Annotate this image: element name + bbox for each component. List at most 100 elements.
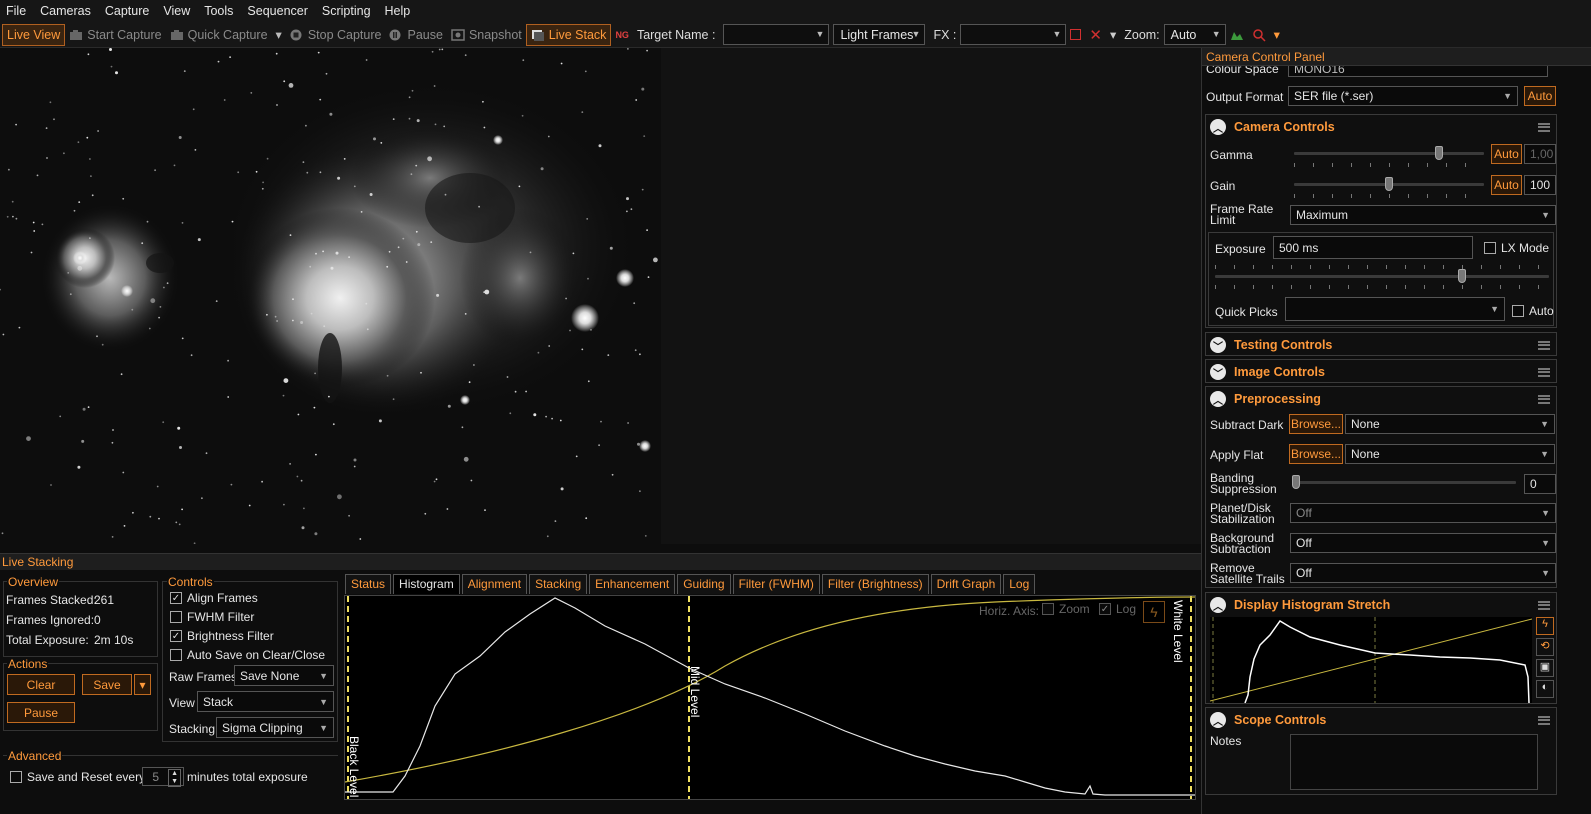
target-name-combo[interactable]: ▼ <box>723 24 830 45</box>
tab-guiding[interactable]: Guiding <box>677 574 731 594</box>
zoom-select[interactable]: Auto ▼ <box>1163 24 1226 45</box>
gamma-thumb[interactable] <box>1435 146 1443 160</box>
banding-thumb[interactable] <box>1292 475 1300 489</box>
save-dropdown-button[interactable]: ▾ <box>134 674 151 695</box>
tab-status[interactable]: Status <box>345 574 392 594</box>
image-controls-header[interactable]: ﹀ Image Controls <box>1206 360 1556 384</box>
target-icon-button[interactable]: NG <box>611 24 633 46</box>
menu-icon[interactable] <box>1538 394 1550 404</box>
menu-help[interactable]: Help <box>385 4 411 18</box>
start-capture-button[interactable]: Start Capture <box>65 24 165 46</box>
menu-icon[interactable] <box>1538 367 1550 377</box>
satellite-trails-select[interactable]: Off ▼ <box>1290 563 1556 583</box>
stretch-save-button[interactable]: ▣ <box>1536 659 1554 677</box>
tab-stacking[interactable]: Stacking <box>529 574 588 594</box>
brightness-filter-checkbox[interactable]: ✓ Brightness Filter <box>170 629 274 643</box>
exposure-field[interactable]: 500 ms <box>1273 236 1473 259</box>
gain-value-field[interactable]: 100 <box>1524 175 1556 195</box>
view-select[interactable]: Stack ▼ <box>197 691 334 712</box>
subtract-dark-browse-button[interactable]: Browse... <box>1289 414 1343 434</box>
gamma-value-field[interactable]: 1,00 <box>1524 144 1556 164</box>
gain-auto-button[interactable]: Auto <box>1491 175 1522 195</box>
subtract-dark-select[interactable]: None ▼ <box>1345 414 1555 434</box>
planet-stabilization-select[interactable]: Off ▼ <box>1290 503 1556 523</box>
focus-aid-button[interactable] <box>1248 24 1270 46</box>
roi-button[interactable] <box>1066 24 1085 46</box>
menu-file[interactable]: File <box>6 4 26 18</box>
spinner-arrows-icon[interactable]: ▲ ▼ <box>168 769 181 787</box>
raw-frames-select[interactable]: Save None ▼ <box>234 665 334 686</box>
exposure-slider[interactable] <box>1215 275 1549 278</box>
save-reset-checkbox[interactable]: Save and Reset every <box>10 770 145 784</box>
auto-stretch-button[interactable]: ϟ <box>1143 601 1165 623</box>
image-controls-section[interactable]: ﹀ Image Controls <box>1205 359 1557 383</box>
quick-capture-dropdown[interactable]: ▾ <box>272 24 286 46</box>
tab-filter-brightness[interactable]: Filter (Brightness) <box>821 574 929 594</box>
display-histogram-header[interactable]: ︿ Display Histogram Stretch <box>1206 593 1556 617</box>
toolbar-more-dropdown[interactable]: ▾ <box>1270 24 1284 46</box>
log-checkbox[interactable]: ✓ Log <box>1099 602 1136 616</box>
pause-stack-button[interactable]: Pause <box>7 702 75 723</box>
zoom-checkbox[interactable]: Zoom <box>1042 602 1090 616</box>
quick-picks-select[interactable]: ▼ <box>1285 297 1505 321</box>
gamma-slider[interactable] <box>1294 152 1484 155</box>
display-histogram-graph[interactable] <box>1210 617 1532 703</box>
save-reset-spinner[interactable]: 5 ▲ ▼ <box>142 767 184 787</box>
save-button[interactable]: Save <box>82 674 132 695</box>
tab-alignment[interactable]: Alignment <box>461 574 528 594</box>
menu-cameras[interactable]: Cameras <box>40 4 91 18</box>
menu-sequencer[interactable]: Sequencer <box>247 4 307 18</box>
frame-rate-select[interactable]: Maximum ▼ <box>1290 205 1556 225</box>
menu-tools[interactable]: Tools <box>204 4 233 18</box>
histogram-toggle[interactable] <box>1226 24 1248 46</box>
snapshot-button[interactable]: Snapshot <box>447 24 526 46</box>
menu-view[interactable]: View <box>163 4 190 18</box>
lx-mode-checkbox[interactable]: LX Mode <box>1484 241 1549 255</box>
background-subtraction-select[interactable]: Off ▼ <box>1290 533 1556 553</box>
gamma-auto-button[interactable]: Auto <box>1491 144 1522 164</box>
banding-slider[interactable] <box>1292 481 1516 484</box>
camera-controls-header[interactable]: ︿ Camera Controls <box>1206 115 1556 139</box>
banding-value-field[interactable]: 0 <box>1524 474 1556 494</box>
gain-thumb[interactable] <box>1385 177 1393 191</box>
quick-picks-auto-checkbox[interactable]: Auto <box>1512 304 1554 318</box>
tab-histogram[interactable]: Histogram <box>393 574 460 594</box>
apply-flat-browse-button[interactable]: Browse... <box>1289 444 1343 464</box>
output-format-select[interactable]: SER file (*.ser) ▼ <box>1288 86 1518 106</box>
stacking-select[interactable]: Sigma Clipping ▼ <box>216 717 334 738</box>
tab-filter-fwhm[interactable]: Filter (FWHM) <box>732 574 820 594</box>
stack-histogram[interactable]: Black Level Mid Level White Level Horiz.… <box>344 595 1196 800</box>
stretch-contrast-button[interactable]: ◐ <box>1536 680 1554 698</box>
quick-capture-button[interactable]: Quick Capture <box>166 24 272 46</box>
live-view-button[interactable]: Live View <box>2 23 66 46</box>
testing-controls-header[interactable]: ﹀ Testing Controls <box>1206 333 1556 357</box>
tab-log[interactable]: Log <box>1003 574 1036 594</box>
tab-drift-graph[interactable]: Drift Graph <box>930 574 1002 594</box>
exposure-thumb[interactable] <box>1458 269 1466 283</box>
preprocessing-header[interactable]: ︿ Preprocessing <box>1206 387 1556 411</box>
fx-combo[interactable]: ▼ <box>960 24 1067 45</box>
live-stack-button[interactable]: Live Stack <box>525 23 612 46</box>
overlay-dropdown[interactable]: ▾ <box>1106 24 1120 46</box>
stretch-auto-button[interactable]: ϟ <box>1536 617 1554 635</box>
stop-capture-button[interactable]: Stop Capture <box>286 24 386 46</box>
clear-button[interactable]: Clear <box>7 674 75 695</box>
menu-capture[interactable]: Capture <box>105 4 149 18</box>
notes-textarea[interactable] <box>1290 734 1538 790</box>
pause-button[interactable]: Pause <box>385 24 446 46</box>
scope-controls-header[interactable]: ︿ Scope Controls <box>1206 708 1556 732</box>
menu-icon[interactable] <box>1538 340 1550 350</box>
fwhm-filter-checkbox[interactable]: FWHM Filter <box>170 610 254 624</box>
live-image[interactable] <box>0 48 661 544</box>
frame-type-select[interactable]: Light Frames ▼ <box>833 24 926 45</box>
menu-scripting[interactable]: Scripting <box>322 4 371 18</box>
menu-icon[interactable] <box>1538 600 1550 610</box>
apply-flat-select[interactable]: None ▼ <box>1345 444 1555 464</box>
crosshair-button[interactable]: ✕ <box>1085 24 1106 46</box>
auto-save-checkbox[interactable]: Auto Save on Clear/Close <box>170 648 325 662</box>
menu-icon[interactable] <box>1538 715 1550 725</box>
menu-icon[interactable] <box>1538 122 1550 132</box>
testing-controls-section[interactable]: ﹀ Testing Controls <box>1205 332 1557 356</box>
align-frames-checkbox[interactable]: ✓ Align Frames <box>170 591 258 605</box>
stretch-reset-button[interactable]: ⟲ <box>1536 638 1554 656</box>
